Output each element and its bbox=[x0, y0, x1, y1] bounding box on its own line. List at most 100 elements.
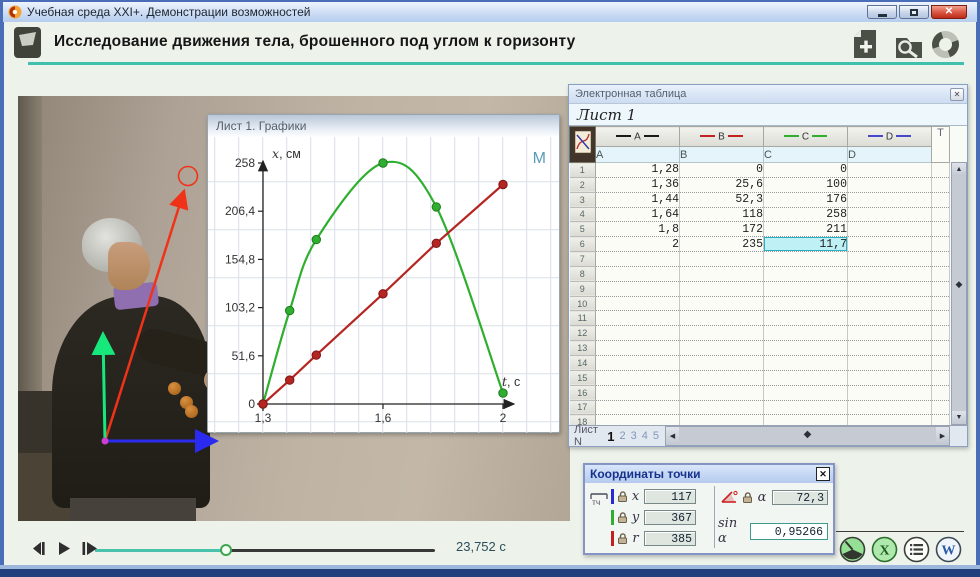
horizontal-scroll-thumb[interactable]: ◆ bbox=[679, 429, 936, 440]
column-name-A[interactable]: A bbox=[596, 147, 680, 163]
graph-panel-titlebar[interactable]: Лист 1. Графики bbox=[208, 115, 559, 137]
sheet-tab-1[interactable]: 1 bbox=[607, 429, 614, 444]
cell-T[interactable] bbox=[932, 311, 950, 326]
cell-B9[interactable] bbox=[680, 281, 764, 296]
cell-D3[interactable] bbox=[848, 192, 932, 207]
column-header-T[interactable]: T bbox=[932, 127, 950, 163]
row-number[interactable]: 15 bbox=[570, 370, 596, 385]
scroll-up-button[interactable]: ▲ bbox=[952, 163, 966, 176]
minimize-button[interactable] bbox=[867, 5, 897, 19]
cell-D11[interactable] bbox=[848, 311, 932, 326]
vertical-scroll-track[interactable]: ◆ bbox=[952, 176, 966, 411]
scroll-down-button[interactable]: ▼ bbox=[952, 411, 966, 424]
search-button[interactable] bbox=[893, 33, 924, 64]
horizontal-scroll-track[interactable]: ◆ bbox=[679, 427, 936, 445]
column-header-C[interactable]: C bbox=[764, 127, 848, 147]
cell-C15[interactable] bbox=[764, 370, 848, 385]
vertical-scrollbar[interactable]: ▲ ◆ ▼ bbox=[951, 162, 967, 425]
cell-T[interactable] bbox=[932, 252, 950, 267]
cell-A12[interactable] bbox=[596, 326, 680, 341]
spreadsheet-close-button[interactable]: ✕ bbox=[950, 88, 964, 101]
lock-icon[interactable] bbox=[617, 490, 628, 503]
cell-B3[interactable]: 52,3 bbox=[680, 192, 764, 207]
cell-T[interactable] bbox=[932, 163, 950, 178]
cell-D7[interactable] bbox=[848, 252, 932, 267]
cell-A3[interactable]: 1,44 bbox=[596, 192, 680, 207]
timeline-slider[interactable] bbox=[95, 543, 435, 557]
row-number[interactable]: 9 bbox=[570, 281, 596, 296]
column-name-D[interactable]: D bbox=[848, 147, 932, 163]
cell-A13[interactable] bbox=[596, 341, 680, 356]
coordinates-close-button[interactable]: ✕ bbox=[816, 467, 830, 481]
cell-T[interactable] bbox=[932, 192, 950, 207]
cell-C5[interactable]: 211 bbox=[764, 222, 848, 237]
cell-T[interactable] bbox=[932, 237, 950, 252]
cell-A1[interactable]: 1,28 bbox=[596, 163, 680, 178]
cell-C8[interactable] bbox=[764, 266, 848, 281]
cell-C7[interactable] bbox=[764, 252, 848, 267]
word-export-button[interactable]: W bbox=[935, 536, 962, 563]
cell-C12[interactable] bbox=[764, 326, 848, 341]
row-number[interactable]: 2 bbox=[570, 177, 596, 192]
play-button[interactable] bbox=[57, 541, 71, 556]
excel-export-button[interactable]: X bbox=[871, 536, 898, 563]
cell-D2[interactable] bbox=[848, 177, 932, 192]
column-name-B[interactable]: B bbox=[680, 147, 764, 163]
cell-C1[interactable]: 0 bbox=[764, 163, 848, 178]
cell-D16[interactable] bbox=[848, 385, 932, 400]
cell-C16[interactable] bbox=[764, 385, 848, 400]
vector-origin-point[interactable] bbox=[102, 438, 109, 445]
slider-thumb[interactable] bbox=[220, 544, 232, 556]
sheet-tab-5[interactable]: 5 bbox=[653, 430, 659, 442]
column-header-D[interactable]: D bbox=[848, 127, 932, 147]
cell-T[interactable] bbox=[932, 296, 950, 311]
cell-C2[interactable]: 100 bbox=[764, 177, 848, 192]
cell-A7[interactable] bbox=[596, 252, 680, 267]
cell-A5[interactable]: 1,8 bbox=[596, 222, 680, 237]
list-button[interactable] bbox=[903, 536, 930, 563]
row-number[interactable]: 1 bbox=[570, 163, 596, 178]
cell-A18[interactable] bbox=[596, 415, 680, 425]
cell-D5[interactable] bbox=[848, 222, 932, 237]
row-number[interactable]: 3 bbox=[570, 192, 596, 207]
cell-D14[interactable] bbox=[848, 355, 932, 370]
row-number[interactable]: 10 bbox=[570, 296, 596, 311]
row-number[interactable]: 5 bbox=[570, 222, 596, 237]
new-document-button[interactable] bbox=[852, 29, 878, 64]
cell-T[interactable] bbox=[932, 177, 950, 192]
vector-tip-handle[interactable] bbox=[179, 167, 198, 186]
sheet-tab-2[interactable]: 2 bbox=[620, 430, 626, 442]
row-number[interactable]: 12 bbox=[570, 326, 596, 341]
refresh-button[interactable] bbox=[930, 29, 961, 65]
cell-D8[interactable] bbox=[848, 266, 932, 281]
cell-A8[interactable] bbox=[596, 266, 680, 281]
sheet-tab-3[interactable]: 3 bbox=[631, 430, 637, 442]
cell-B5[interactable]: 172 bbox=[680, 222, 764, 237]
cell-D13[interactable] bbox=[848, 341, 932, 356]
cell-B10[interactable] bbox=[680, 296, 764, 311]
cell-T[interactable] bbox=[932, 415, 950, 425]
lock-icon[interactable] bbox=[742, 491, 753, 504]
step-back-button[interactable] bbox=[30, 541, 47, 556]
cell-A6[interactable]: 2 bbox=[596, 237, 680, 252]
cell-C3[interactable]: 176 bbox=[764, 192, 848, 207]
cell-T[interactable] bbox=[932, 326, 950, 341]
row-number[interactable]: 13 bbox=[570, 341, 596, 356]
cell-T[interactable] bbox=[932, 222, 950, 237]
cell-B4[interactable]: 118 bbox=[680, 207, 764, 222]
cell-C14[interactable] bbox=[764, 355, 848, 370]
cell-T[interactable] bbox=[932, 207, 950, 222]
cell-B2[interactable]: 25,6 bbox=[680, 177, 764, 192]
cell-D17[interactable] bbox=[848, 400, 932, 415]
cell-A16[interactable] bbox=[596, 385, 680, 400]
cell-C9[interactable] bbox=[764, 281, 848, 296]
scroll-right-button[interactable]: ▶ bbox=[936, 427, 949, 445]
row-number[interactable]: 7 bbox=[570, 252, 596, 267]
row-number[interactable]: 4 bbox=[570, 207, 596, 222]
cell-A10[interactable] bbox=[596, 296, 680, 311]
cell-D18[interactable] bbox=[848, 415, 932, 425]
cell-T[interactable] bbox=[932, 400, 950, 415]
close-button[interactable]: ✕ bbox=[931, 5, 967, 19]
cell-D1[interactable] bbox=[848, 163, 932, 178]
cell-A17[interactable] bbox=[596, 400, 680, 415]
